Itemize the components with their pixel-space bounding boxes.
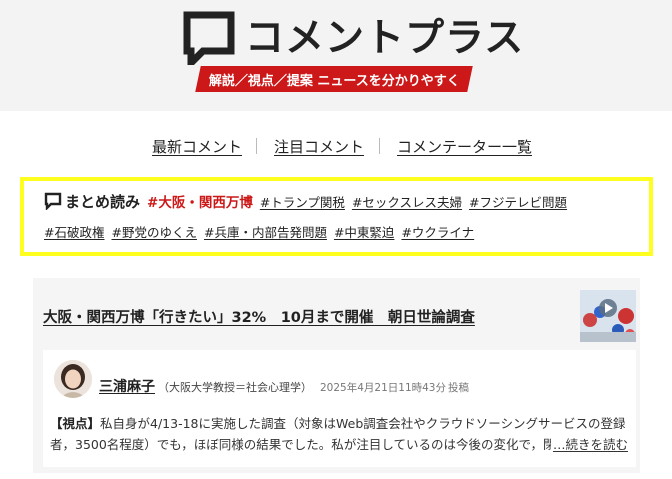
tags-title: まとめ読み [65,192,141,211]
author-title: （大阪大学教授＝社会心理学） [158,381,312,394]
tag-item[interactable]: #セックスレス夫婦 [352,192,462,211]
author-name-link[interactable]: 三浦麻子 [99,376,155,396]
speech-bubble-icon [44,192,62,210]
nav-latest-comments[interactable]: 最新コメント [152,136,242,157]
tagline-text: 解説／視点／提案 ニュースを分かりやすく [208,73,460,89]
tags-line-2: #石破政権 #野党のゆくえ #兵庫・内部告発問題 #中東緊迫 #ウクライナ [44,221,481,241]
tags-line-1: まとめ読み #大阪・関西万博 #トランプ関税 #セックスレス夫婦 #フジテレビ問… [44,191,574,211]
nav-separator [379,138,380,154]
site-logo[interactable]: コメントプラス [183,10,524,66]
tag-item[interactable]: #石破政権 [44,222,104,241]
comment-meta: 三浦麻子 （大阪大学教授＝社会心理学） 2025年4月21日11時43分 投稿 [99,376,469,396]
avatar[interactable] [54,360,92,398]
tagline-banner: 解説／視点／提案 ニュースを分かりやすく [195,66,473,92]
comment-date: 2025年4月21日11時43分 [320,382,446,394]
read-more-link[interactable]: …続きを読む [550,434,628,453]
site-header: コメントプラス 解説／視点／提案 ニュースを分かりやすく [0,0,672,111]
nav-featured-comments[interactable]: 注目コメント [274,136,364,157]
post-label: 投稿 [448,382,469,394]
topic-tags-box: まとめ読み #大阪・関西万博 #トランプ関税 #セックスレス夫婦 #フジテレビ問… [20,177,653,256]
speech-bubble-logo-icon [183,11,235,65]
comment-card: 三浦麻子 （大阪大学教授＝社会心理学） 2025年4月21日11時43分 投稿 … [43,350,636,467]
tag-item[interactable]: #兵庫・内部告発問題 [204,222,327,241]
nav-separator [256,138,257,154]
tag-item[interactable]: #トランプ関税 [260,192,345,211]
thumbnail-image [580,290,636,342]
tag-item[interactable]: #ウクライナ [401,222,474,241]
play-video-icon [599,299,617,317]
tag-featured[interactable]: #大阪・関西万博 [147,191,253,211]
main-nav: 最新コメント 注目コメント コメンテーター一覧 [0,136,672,158]
comment-body: 【視点】私自身が4/13-18に実施した調査（対象はWeb調査会社やクラウドソー… [50,413,630,455]
avatar-image [54,360,92,398]
tag-item[interactable]: #フジテレビ問題 [469,192,567,211]
tag-item[interactable]: #野党のゆくえ [111,222,196,241]
comment-lead: 【視点】 [50,416,101,431]
nav-commentator-list[interactable]: コメンテーター一覧 [397,136,532,157]
tag-item[interactable]: #中東緊迫 [334,222,394,241]
comment-text: 私自身が4/13-18に実施した調査（対象はWeb調査会社やクラウドソーシングサ… [50,416,626,452]
article-card: 大阪・関西万博「行きたい」32% 10月まで開催 朝日世論調査 三浦麻子 （大阪… [33,278,640,473]
logo-text: コメントプラス [245,15,525,61]
article-title-link[interactable]: 大阪・関西万博「行きたい」32% 10月まで開催 朝日世論調査 [43,306,475,327]
article-thumbnail[interactable] [580,290,636,342]
